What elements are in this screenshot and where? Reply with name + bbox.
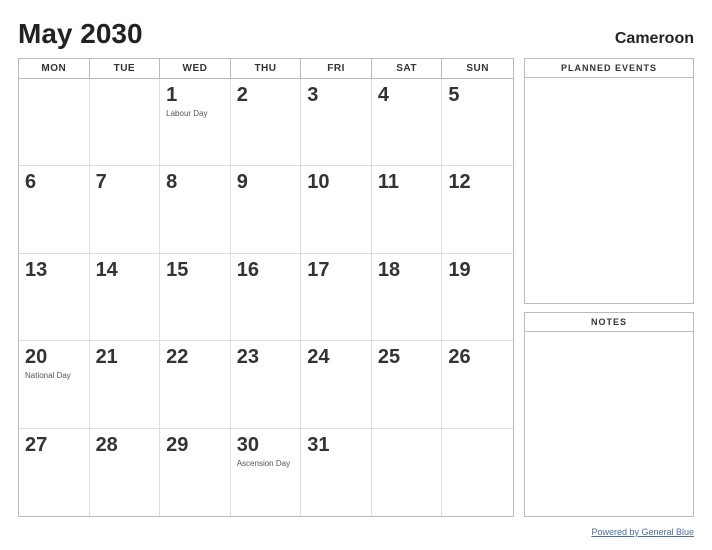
day-number: 8 — [166, 170, 224, 194]
day-number: 27 — [25, 433, 83, 457]
empty-cell — [90, 79, 161, 166]
day-number: 7 — [96, 170, 154, 194]
day-header-mon: MON — [19, 59, 90, 78]
day-cell-29: 29 — [160, 429, 231, 516]
day-header-thu: THU — [231, 59, 302, 78]
day-number: 25 — [378, 345, 436, 369]
day-cell-21: 21 — [90, 341, 161, 428]
notes-content — [525, 332, 693, 516]
day-number: 9 — [237, 170, 295, 194]
day-header-sat: SAT — [372, 59, 443, 78]
calendar-page: May 2030 Cameroon MONTUEWEDTHUFRISATSUN … — [0, 0, 712, 550]
day-cell-3: 3 — [301, 79, 372, 166]
day-number: 17 — [307, 258, 365, 282]
day-number: 3 — [307, 83, 365, 107]
day-cell-11: 11 — [372, 166, 443, 253]
day-number: 12 — [448, 170, 507, 194]
day-number: 13 — [25, 258, 83, 282]
day-number: 22 — [166, 345, 224, 369]
footer-link[interactable]: Powered by General Blue — [591, 527, 694, 537]
day-cell-30: 30 Ascension Day — [231, 429, 302, 516]
day-number: 31 — [307, 433, 365, 457]
day-cell-7: 7 — [90, 166, 161, 253]
day-cell-18: 18 — [372, 254, 443, 341]
day-cell-9: 9 — [231, 166, 302, 253]
day-cell-10: 10 — [301, 166, 372, 253]
side-panel: PLANNED EVENTS NOTES — [524, 58, 694, 517]
empty-cell — [372, 429, 443, 516]
day-number: 23 — [237, 345, 295, 369]
day-number: 5 — [448, 83, 507, 107]
day-number: 14 — [96, 258, 154, 282]
day-cell-12: 12 — [442, 166, 513, 253]
notes-box: NOTES — [524, 312, 694, 517]
day-number: 29 — [166, 433, 224, 457]
day-cell-24: 24 — [301, 341, 372, 428]
day-cell-27: 27 — [19, 429, 90, 516]
day-event: National Day — [25, 371, 83, 381]
day-cell-13: 13 — [19, 254, 90, 341]
day-number: 18 — [378, 258, 436, 282]
calendar-section: MONTUEWEDTHUFRISATSUN 1Labour Day2345678… — [18, 58, 514, 517]
notes-label: NOTES — [525, 313, 693, 332]
country-title: Cameroon — [615, 30, 694, 48]
day-number: 19 — [448, 258, 507, 282]
day-cell-19: 19 — [442, 254, 513, 341]
day-number: 21 — [96, 345, 154, 369]
day-header-fri: FRI — [301, 59, 372, 78]
day-cell-20: 20 National Day — [19, 341, 90, 428]
day-cell-15: 15 — [160, 254, 231, 341]
day-event: Ascension Day — [237, 459, 295, 469]
planned-events-box: PLANNED EVENTS — [524, 58, 694, 304]
day-number: 11 — [378, 170, 436, 194]
day-number: 15 — [166, 258, 224, 282]
header-row: May 2030 Cameroon — [18, 18, 694, 50]
day-cell-28: 28 — [90, 429, 161, 516]
day-number: 24 — [307, 345, 365, 369]
day-cell-8: 8 — [160, 166, 231, 253]
day-cell-16: 16 — [231, 254, 302, 341]
day-headers: MONTUEWEDTHUFRISATSUN — [19, 59, 513, 79]
day-number: 28 — [96, 433, 154, 457]
day-cell-25: 25 — [372, 341, 443, 428]
day-header-tue: TUE — [90, 59, 161, 78]
empty-cell — [19, 79, 90, 166]
main-content: MONTUEWEDTHUFRISATSUN 1Labour Day2345678… — [18, 58, 694, 517]
day-cell-5: 5 — [442, 79, 513, 166]
day-cell-1: 1 Labour Day — [160, 79, 231, 166]
footer: Powered by General Blue — [18, 522, 694, 540]
planned-events-content — [525, 78, 693, 303]
day-cell-4: 4 — [372, 79, 443, 166]
planned-events-label: PLANNED EVENTS — [525, 59, 693, 78]
day-event: Labour Day — [166, 109, 224, 119]
day-cell-23: 23 — [231, 341, 302, 428]
empty-cell — [442, 429, 513, 516]
day-header-wed: WED — [160, 59, 231, 78]
day-number: 4 — [378, 83, 436, 107]
day-cell-31: 31 — [301, 429, 372, 516]
day-cell-26: 26 — [442, 341, 513, 428]
day-cell-6: 6 — [19, 166, 90, 253]
day-number: 1 — [166, 83, 224, 107]
day-cell-22: 22 — [160, 341, 231, 428]
day-number: 10 — [307, 170, 365, 194]
day-number: 2 — [237, 83, 295, 107]
day-header-sun: SUN — [442, 59, 513, 78]
day-cell-14: 14 — [90, 254, 161, 341]
day-number: 16 — [237, 258, 295, 282]
calendar-grid: 1Labour Day23456789101112131415161718192… — [19, 79, 513, 516]
day-cell-17: 17 — [301, 254, 372, 341]
day-number: 30 — [237, 433, 295, 457]
day-number: 20 — [25, 345, 83, 369]
month-title: May 2030 — [18, 18, 143, 50]
day-cell-2: 2 — [231, 79, 302, 166]
day-number: 26 — [448, 345, 507, 369]
day-number: 6 — [25, 170, 83, 194]
